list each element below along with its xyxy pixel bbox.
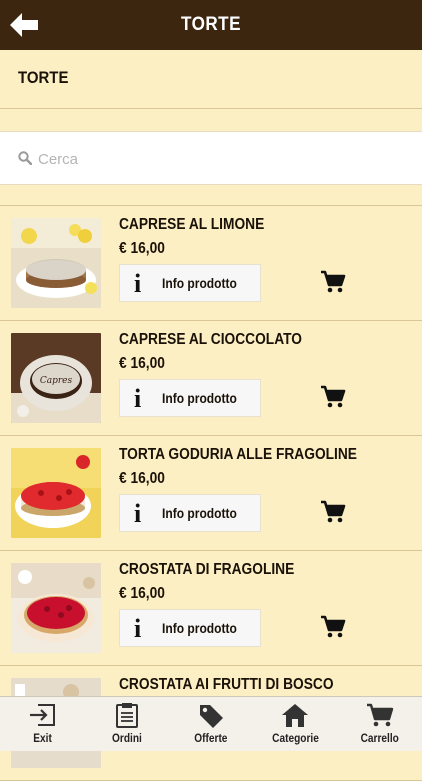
exit-icon — [30, 704, 56, 726]
search-icon — [18, 151, 32, 165]
nav-categorie[interactable]: Categorie — [253, 697, 337, 751]
info-icon: i — [134, 384, 142, 413]
nav-exit[interactable]: Exit — [0, 697, 84, 751]
info-icon: i — [134, 614, 142, 643]
tag-icon — [200, 705, 224, 728]
add-to-cart-button[interactable] — [320, 270, 346, 294]
nav-exit-label: Exit — [32, 733, 52, 745]
info-button[interactable]: i Info prodotto — [119, 264, 261, 302]
cart-icon — [321, 500, 346, 523]
product-price: € 16,00 — [119, 470, 165, 487]
product-image[interactable] — [11, 448, 101, 538]
svg-text:Capres: Capres — [40, 376, 73, 386]
product-list: CAPRESE AL LIMONE € 16,00 i Info prodott… — [0, 205, 422, 781]
product-name: TORTA GODURIA ALLE FRAGOLINE — [119, 446, 357, 463]
product-price: € 16,00 — [119, 355, 165, 372]
product-row[interactable]: Capres CAPRESE AL CIOCCOLATO € 16,00 i I… — [0, 321, 422, 436]
add-to-cart-button[interactable] — [320, 615, 346, 639]
top-bar: TORTE — [0, 0, 422, 50]
info-button[interactable]: i Info prodotto — [119, 609, 261, 647]
product-price: € 16,00 — [119, 585, 165, 602]
category-header: TORTE — [0, 50, 422, 109]
info-button[interactable]: i Info prodotto — [119, 494, 261, 532]
info-icon: i — [134, 269, 142, 298]
nav-offerte[interactable]: Offerte — [169, 697, 253, 751]
info-button-label: Info prodotto — [162, 275, 237, 291]
product-row[interactable]: CAPRESE AL LIMONE € 16,00 i Info prodott… — [0, 206, 422, 321]
search-input[interactable] — [36, 144, 410, 174]
nav-offerte-label: Offerte — [194, 733, 228, 745]
product-image[interactable] — [11, 563, 101, 653]
product-name: CAPRESE AL CIOCCOLATO — [119, 331, 302, 348]
nav-categorie-label: Categorie — [272, 733, 319, 745]
add-to-cart-button[interactable] — [320, 500, 346, 524]
nav-carrello[interactable]: Carrello — [338, 697, 422, 751]
cart-icon — [321, 385, 346, 408]
info-button[interactable]: i Info prodotto — [119, 379, 261, 417]
nav-ordini-label: Ordini — [111, 733, 142, 745]
product-image[interactable]: Capres — [11, 333, 101, 423]
product-name: CROSTATA DI FRAGOLINE — [119, 561, 295, 578]
bottom-nav: Exit Ordini Offerte Categorie Carrello — [0, 696, 422, 751]
info-button-label: Info prodotto — [162, 505, 237, 521]
category-label: TORTE — [18, 68, 69, 87]
add-to-cart-button[interactable] — [320, 385, 346, 409]
product-image[interactable] — [11, 218, 101, 308]
search-bar — [0, 131, 422, 185]
cart-icon — [366, 703, 394, 727]
product-row[interactable]: CROSTATA DI FRAGOLINE € 16,00 i Info pro… — [0, 551, 422, 666]
info-button-label: Info prodotto — [162, 390, 237, 406]
info-icon: i — [134, 499, 142, 528]
home-icon — [282, 704, 309, 727]
product-row[interactable]: TORTA GODURIA ALLE FRAGOLINE € 16,00 i I… — [0, 436, 422, 551]
cart-icon — [321, 615, 346, 638]
product-price: € 16,00 — [119, 240, 165, 257]
cart-icon — [321, 270, 346, 293]
page-title: TORTE — [181, 14, 241, 35]
product-name: CAPRESE AL LIMONE — [119, 216, 265, 233]
info-button-label: Info prodotto — [162, 620, 237, 636]
nav-carrello-label: Carrello — [360, 733, 399, 745]
product-name: CROSTATA AI FRUTTI DI BOSCO — [119, 676, 334, 693]
clipboard-icon — [115, 703, 138, 728]
nav-ordini[interactable]: Ordini — [84, 697, 168, 751]
